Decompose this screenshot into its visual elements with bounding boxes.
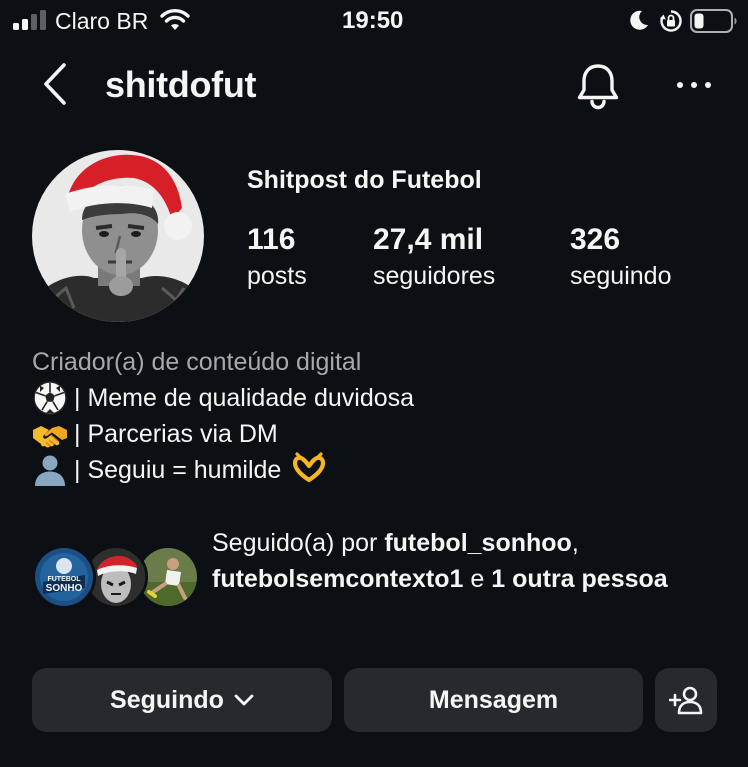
rotation-lock-icon [660, 10, 682, 32]
carrier-name: Claro BR [55, 8, 149, 34]
stat-posts[interactable]: 116 posts [247, 222, 307, 294]
following-button-label: Seguindo [110, 685, 224, 714]
battery-icon [690, 9, 737, 33]
heart-hands-icon [291, 452, 327, 488]
status-bar: Claro BR 19:50 [0, 0, 748, 44]
handshake-icon [32, 416, 68, 452]
profile-header: shitdofut [0, 55, 748, 115]
bio-line: | Meme de qualidade duvidosa [32, 380, 722, 416]
following-label: seguindo [570, 262, 672, 290]
profile-category: Criador(a) de conteúdo digital [32, 348, 362, 376]
futebol-badge-text: FUTEBOL [47, 576, 81, 583]
posts-count: 116 [247, 223, 296, 256]
followed-by-text[interactable]: Seguido(a) por futebol_sonhoo, futebolse… [212, 525, 722, 597]
moon-icon [630, 10, 648, 30]
instagram-profile-screen: Claro BR 19:50 shitdofut Shitpost do Fut… [0, 0, 748, 767]
followers-count: 27,4 mil [373, 223, 484, 256]
wifi-icon [160, 9, 190, 30]
bio-line-text: | Parcerias via DM [74, 420, 278, 448]
status-time: 19:50 [342, 7, 404, 34]
back-arrow-icon[interactable] [38, 61, 74, 107]
sonho-badge-text: SONHO [46, 583, 83, 594]
bio-line: | Parcerias via DM [32, 416, 722, 452]
profile-display-name: Shitpost do Futebol [247, 166, 482, 194]
bio-line-text: | Meme de qualidade duvidosa [74, 384, 415, 412]
mutual-user-1[interactable]: futebol_sonhoo [384, 529, 571, 557]
more-icon[interactable] [674, 67, 714, 103]
following-button[interactable]: Seguindo [32, 668, 332, 732]
suggest-people-button[interactable] [655, 668, 717, 732]
followers-label: seguidores [373, 262, 496, 290]
profile-avatar[interactable] [32, 150, 204, 322]
message-button[interactable]: Mensagem [344, 668, 643, 732]
bio-line: | Seguiu = humilde [32, 452, 722, 488]
profile-bio: Criador(a) de conteúdo digital | Meme de… [32, 344, 722, 488]
mutual-avatar-futebol-sonho: FUTEBOL SONHO [32, 545, 96, 609]
followed-by-comma: , [571, 529, 579, 557]
signal-icon [13, 10, 46, 30]
followed-by-conjunction: e [463, 565, 492, 593]
stat-following[interactable]: 326 seguindo [570, 222, 671, 294]
bell-icon[interactable] [574, 61, 622, 111]
mutual-followers-avatars[interactable]: FUTEBOL SONHO [32, 545, 200, 611]
followed-by-prefix: Seguido(a) por [212, 529, 385, 557]
bio-line-text: | Seguiu = humilde [74, 456, 282, 484]
profile-username: shitdofut [105, 64, 257, 105]
person-silhouette-icon [32, 452, 68, 488]
add-person-icon [669, 686, 703, 715]
following-count: 326 [570, 223, 621, 256]
stat-followers[interactable]: 27,4 mil seguidores [373, 222, 495, 294]
message-button-label: Mensagem [428, 685, 559, 714]
mutual-others[interactable]: 1 outra pessoa [491, 565, 667, 593]
chevron-down-icon [234, 694, 254, 706]
posts-label: posts [247, 262, 307, 290]
soccer-ball-icon [32, 380, 68, 416]
mutual-user-2[interactable]: futebolsemcontexto1 [212, 565, 463, 593]
